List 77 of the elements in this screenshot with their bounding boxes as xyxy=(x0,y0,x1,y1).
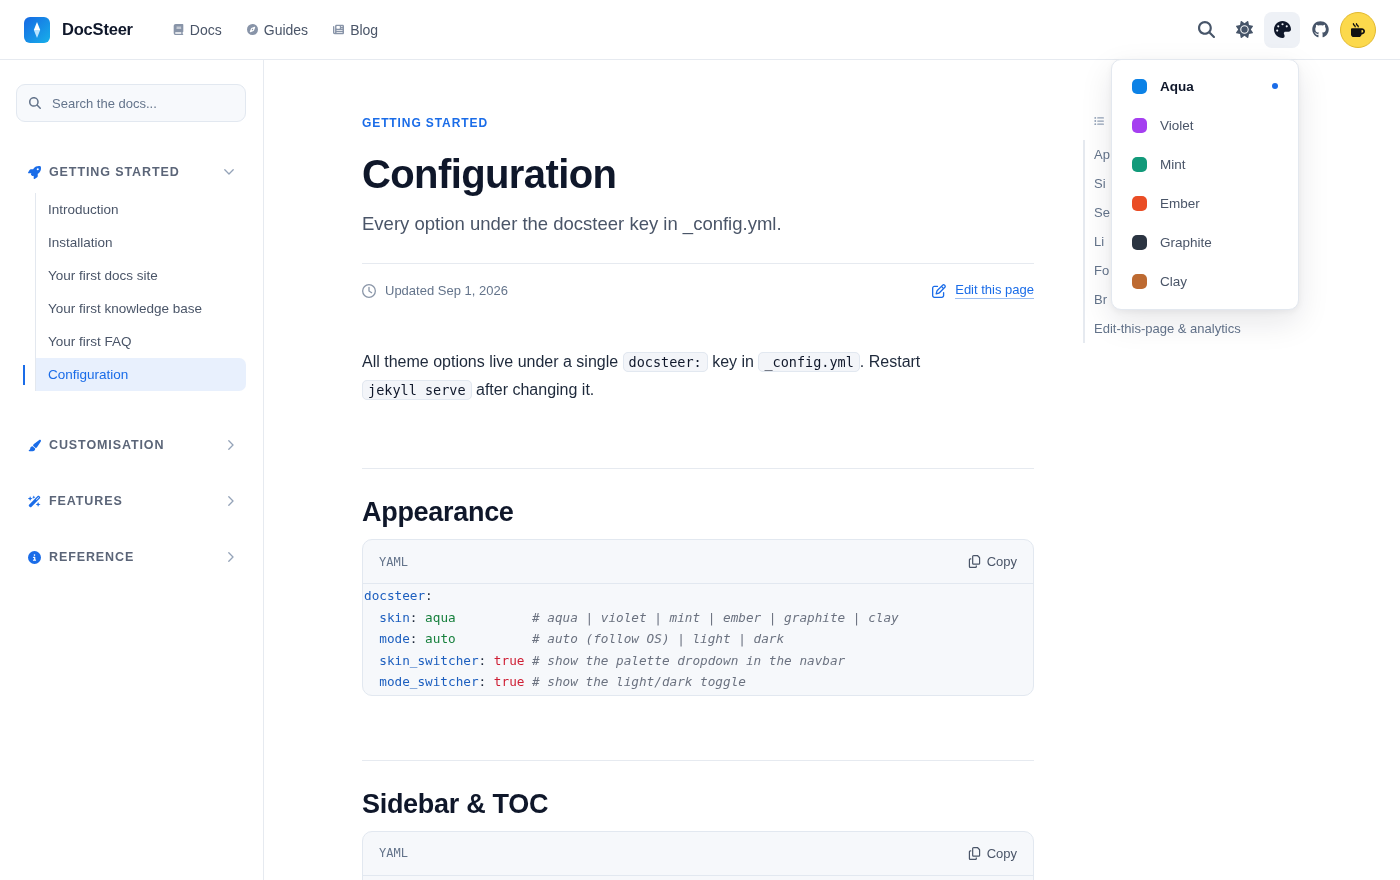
info-icon xyxy=(28,550,41,564)
chevron-right-icon xyxy=(228,440,234,450)
nav-link[interactable]: Guides xyxy=(246,21,309,38)
toc-link[interactable]: Edit-this-page & analytics xyxy=(1094,314,1241,343)
skin-name: Ember xyxy=(1160,195,1200,211)
page-title: Configuration xyxy=(362,151,617,197)
search-icon xyxy=(1197,21,1215,38)
skin-name: Clay xyxy=(1160,273,1187,289)
brand-name[interactable]: DocSteer xyxy=(62,20,133,39)
book-icon xyxy=(172,24,184,35)
skin-name: Mint xyxy=(1160,156,1186,172)
newspaper-icon xyxy=(333,24,345,35)
skin-menu-item[interactable]: Ember xyxy=(1112,183,1298,223)
code-language: YAML xyxy=(379,846,408,860)
sidebar-section-header[interactable]: FEATURES xyxy=(16,483,246,519)
magic-wand-icon xyxy=(28,494,41,508)
toc-link[interactable]: Se xyxy=(1094,198,1110,227)
logo-icon xyxy=(24,16,50,43)
toc-link[interactable]: Br xyxy=(1094,285,1107,314)
nav-link[interactable]: Blog xyxy=(333,21,379,38)
code-line: docsteer: xyxy=(364,587,433,605)
code-line: skin: aqua # aqua | violet | mint | ember | graphite | clay xyxy=(379,608,899,628)
sidebar-section-header[interactable]: CUSTOMISATION xyxy=(16,427,246,463)
palette-icon xyxy=(1273,21,1291,38)
updated-date: Updated Sep 1, 2026 xyxy=(385,283,508,298)
sidebar-item[interactable]: Configuration xyxy=(23,358,246,391)
chevron-down-icon xyxy=(224,169,234,175)
edit-icon xyxy=(932,283,947,298)
skin-menu-item[interactable]: Clay xyxy=(1112,261,1298,301)
sidebar-section-header[interactable]: REFERENCE xyxy=(16,539,246,575)
sidebar-item[interactable]: Your first knowledge base xyxy=(23,292,246,325)
copy-button[interactable]: Copy xyxy=(967,554,1017,569)
sidebar-item[interactable]: Introduction xyxy=(23,193,246,226)
chevron-right-icon xyxy=(228,496,234,506)
hot-mug-icon xyxy=(1351,22,1365,37)
copy-button[interactable]: Copy xyxy=(967,845,1017,861)
copy-icon xyxy=(967,555,981,568)
sidebar-item[interactable]: Your first docs site xyxy=(23,259,246,292)
toc-link[interactable]: Ap xyxy=(1094,140,1110,169)
section-heading: Sidebar & TOC xyxy=(362,787,549,821)
toc-link[interactable]: Li xyxy=(1094,227,1105,256)
edit-page-link[interactable]: Edit this page xyxy=(932,282,1034,299)
dot-icon xyxy=(1272,83,1278,89)
breadcrumb-category: GETTING STARTED xyxy=(362,115,488,131)
clock-icon xyxy=(362,283,376,298)
sun-icon xyxy=(1235,21,1253,38)
section-heading: Appearance xyxy=(362,496,514,529)
skin-name: Violet xyxy=(1160,117,1194,133)
search-field[interactable]: Search the docs... xyxy=(16,84,246,122)
page-subtitle: Every option under the docsteer key in _config.yml. xyxy=(362,212,782,237)
github-icon xyxy=(1311,21,1329,38)
skin-name: Aqua xyxy=(1160,78,1194,94)
code-line: skin_switcher: true # show the palette dropdown in the navbar xyxy=(379,651,846,670)
nav-link[interactable]: Docs xyxy=(172,21,222,38)
list-icon xyxy=(1094,115,1104,126)
toc-link[interactable]: Si xyxy=(1094,169,1106,198)
code-line: mode: auto # auto (follow OS) | light | dark xyxy=(379,630,785,649)
skin-menu-item[interactable]: Violet xyxy=(1112,105,1298,145)
sidebar-section-header[interactable]: GETTING STARTED xyxy=(16,154,246,190)
rocket-icon xyxy=(28,165,41,179)
skin-menu-item[interactable]: Mint xyxy=(1112,144,1298,184)
skin-name: Graphite xyxy=(1160,234,1212,250)
intro-paragraph: All theme options live under a single docsteer: key in _config.yml . Restart jekyll serve after changing it. xyxy=(362,351,922,402)
skin-menu-item[interactable]: Graphite xyxy=(1112,222,1298,262)
compass-icon xyxy=(246,24,258,35)
skin-menu-item[interactable]: Aqua xyxy=(1112,66,1298,106)
code-language: YAML xyxy=(379,554,408,569)
copy-icon xyxy=(967,846,981,860)
coffee-button[interactable] xyxy=(1340,11,1376,48)
paintbrush-icon xyxy=(28,438,41,452)
sidebar-item[interactable]: Your first FAQ xyxy=(23,325,246,358)
chevron-right-icon xyxy=(228,552,234,562)
palette-button[interactable] xyxy=(1264,11,1300,48)
search-icon xyxy=(29,97,41,109)
code-line: mode_switcher: true # show the light/dark toggle xyxy=(379,673,746,691)
sidebar-item[interactable]: Installation xyxy=(23,226,246,259)
toc-link[interactable]: Fo xyxy=(1094,256,1110,285)
